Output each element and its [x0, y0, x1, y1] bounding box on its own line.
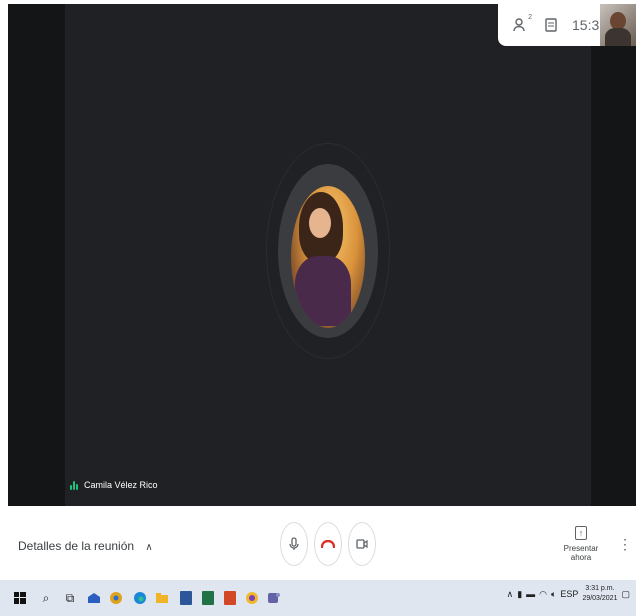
language-indicator[interactable]: ESP: [560, 589, 578, 599]
microphone-icon: [289, 537, 299, 550]
search-icon[interactable]: ⌕: [36, 588, 56, 608]
taskbar-date: 29/03/2021: [582, 595, 618, 602]
taskbar-time: 3:31 p.m.: [585, 585, 615, 592]
audio-level-icon: [70, 480, 78, 490]
microphone-button[interactable]: [280, 522, 308, 566]
self-view-thumbnail[interactable]: [600, 4, 636, 46]
chrome-alt-icon[interactable]: [242, 588, 262, 608]
leave-call-button[interactable]: [314, 522, 342, 566]
camera-icon: [356, 539, 368, 549]
powerpoint-icon[interactable]: [220, 588, 240, 608]
system-tray: ∧ ▮ ▬ ◠ 🔈︎ ESP 3:31 p.m. 29/03/2021 ▢: [507, 584, 630, 604]
stage-left-panel: [8, 4, 65, 506]
present-screen-icon: ↑: [575, 526, 587, 540]
chrome-icon[interactable]: [106, 588, 126, 608]
word-icon[interactable]: [176, 588, 196, 608]
participant-name-tag: Camila Vélez Rico: [70, 480, 158, 490]
self-view-body: [605, 28, 631, 46]
file-explorer-icon[interactable]: [152, 588, 172, 608]
camera-button[interactable]: [348, 522, 376, 566]
display-icon[interactable]: ▬: [526, 589, 535, 599]
stage-right-panel: [591, 4, 636, 506]
chat-icon[interactable]: [536, 10, 566, 40]
battery-icon[interactable]: ▮: [517, 589, 522, 600]
more-vert-icon[interactable]: ⋮: [618, 536, 632, 553]
call-end-icon: [321, 540, 335, 548]
avatar-face: [309, 208, 331, 238]
clock-date[interactable]: 3:31 p.m. 29/03/2021: [582, 584, 617, 604]
people-icon[interactable]: 2: [506, 10, 536, 40]
wifi-icon[interactable]: ◠: [539, 589, 547, 600]
excel-icon[interactable]: [198, 588, 218, 608]
meeting-controls-bar: Detalles de la reunión ∧ ↑ Presentar aho…: [0, 506, 636, 580]
participant-name: Camila Vélez Rico: [84, 480, 158, 490]
windows-start-icon[interactable]: [10, 588, 30, 608]
top-right-toolbar: 2 15:31: [498, 4, 636, 46]
chevron-up-icon[interactable]: ∧: [507, 589, 514, 600]
meeting-details-label: Detalles de la reunión: [18, 539, 135, 553]
present-now-button[interactable]: ↑ Presentar ahora: [558, 526, 604, 562]
present-now-label: Presentar ahora: [563, 544, 599, 562]
meeting-details-button[interactable]: Detalles de la reunión ∧: [18, 539, 153, 553]
edge-icon[interactable]: [130, 588, 150, 608]
teams-icon[interactable]: [264, 588, 284, 608]
volume-icon[interactable]: 🔈︎: [551, 589, 556, 600]
mail-icon[interactable]: [84, 588, 104, 608]
meeting-stage: Camila Vélez Rico 2 15:31: [8, 4, 636, 506]
participants-count: 2: [528, 14, 532, 21]
screen: Camila Vélez Rico 2 15:31 Detalles de la…: [0, 0, 636, 616]
windows-taskbar: ⌕ ⧉ ∧ ▮ ▬ ◠ 🔈︎ ESP 3:31 p.m. 29/03/2021 …: [0, 580, 636, 616]
participant-avatar: [291, 186, 365, 328]
avatar-body: [295, 256, 351, 326]
notification-icon[interactable]: ▢: [621, 589, 630, 600]
task-view-icon[interactable]: ⧉: [60, 588, 80, 608]
chevron-up-icon: ∧: [145, 542, 153, 553]
